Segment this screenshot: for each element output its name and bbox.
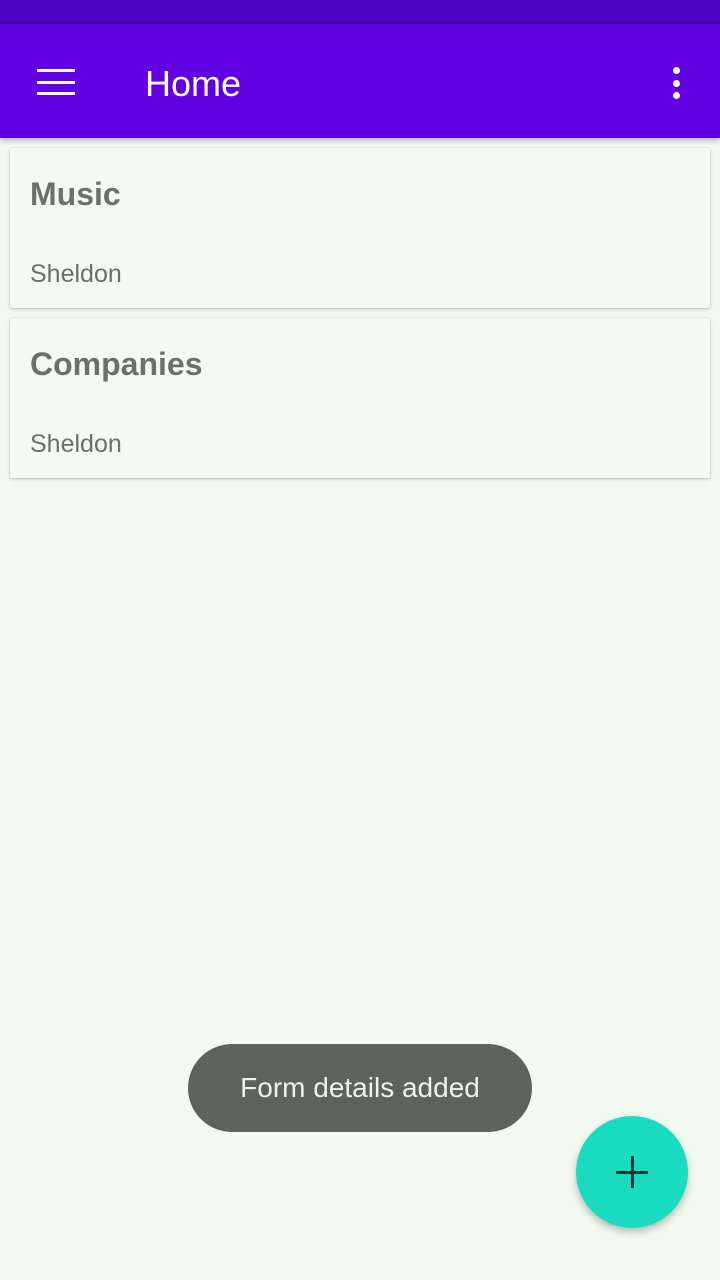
status-bar [0,0,720,24]
toast-text: Form details added [240,1072,480,1103]
card-title: Music [30,176,121,212]
app-bar: Home [0,24,720,138]
overflow-menu-button[interactable] [656,58,696,108]
hamburger-menu-icon [37,69,75,95]
list-item-card[interactable]: Music Sheldon [10,148,710,308]
page-title: Home [145,63,242,104]
toast-message: Form details added [188,1044,532,1132]
card-title: Companies [30,346,203,382]
add-fab-button[interactable] [576,1116,688,1228]
more-vert-icon [672,67,680,99]
card-subtitle: Sheldon [30,260,122,288]
card-subtitle: Sheldon [30,430,122,458]
menu-button[interactable] [28,56,84,108]
plus-icon [616,1156,648,1188]
list-item-card[interactable]: Companies Sheldon [10,318,710,478]
